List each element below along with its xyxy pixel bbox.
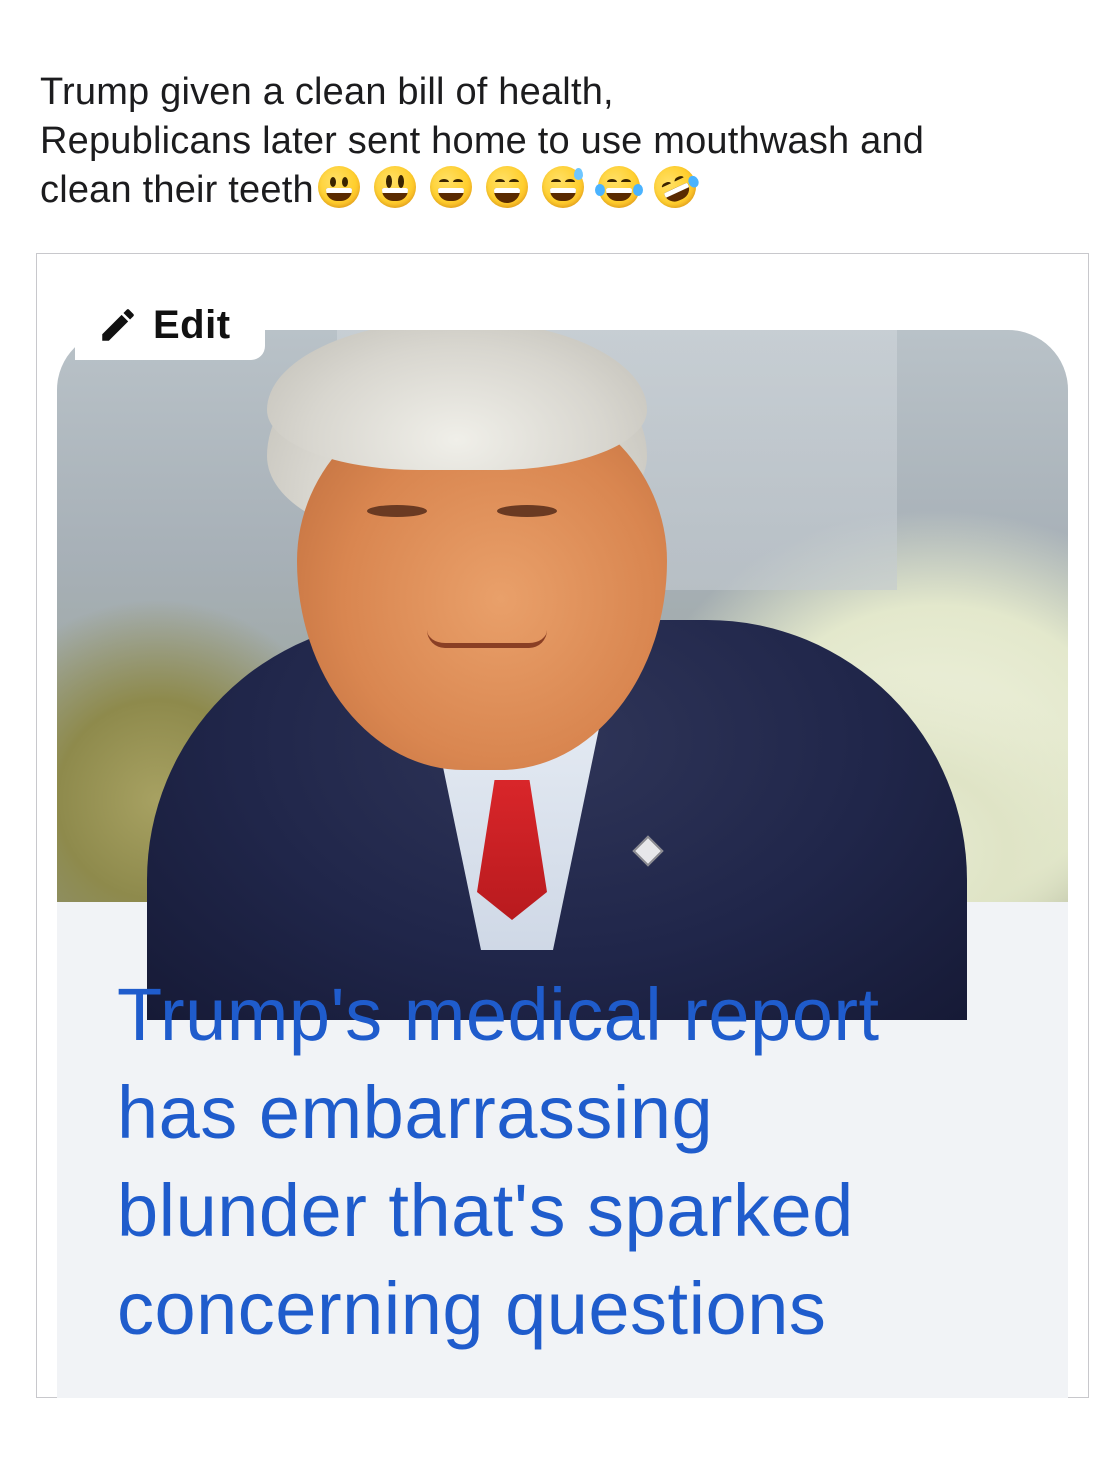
- grinning-face-sweat-emoji: [541, 166, 584, 208]
- news-image[interactable]: Trump's medical report has embarrassing …: [57, 330, 1068, 1398]
- face-tears-of-joy-emoji: [594, 166, 643, 208]
- edit-button[interactable]: Edit: [75, 290, 265, 360]
- post-caption: Trump given a clean bill of health, Repu…: [40, 68, 1100, 215]
- headline-line: Trump's medical report: [117, 973, 880, 1056]
- emoji-row: [317, 159, 703, 215]
- smiling-face-big-eyes-emoji: [373, 166, 416, 208]
- caption-line-2: Republicans later sent home to use mouth…: [40, 120, 925, 162]
- caption-line-3-text: clean their teeth: [40, 169, 314, 211]
- page: Trump given a clean bill of health, Repu…: [0, 0, 1118, 1461]
- headline-line: blunder that's sparked: [117, 1169, 854, 1252]
- grinning-face-emoji: [317, 166, 360, 208]
- headline-line: has embarrassing: [117, 1071, 714, 1154]
- edit-label: Edit: [153, 302, 231, 347]
- beaming-face-emoji: [485, 166, 528, 208]
- rolling-on-floor-laughing-emoji: [646, 159, 703, 215]
- caption-line-3: clean their teeth: [40, 159, 1100, 215]
- grinning-face-smiling-eyes-emoji: [429, 166, 472, 208]
- caption-line-1: Trump given a clean bill of health,: [40, 71, 614, 113]
- headline-line: concerning questions: [117, 1267, 827, 1350]
- pencil-icon: [102, 309, 134, 341]
- news-headline[interactable]: Trump's medical report has embarrassing …: [117, 966, 1017, 1358]
- news-photo: [57, 330, 1068, 1020]
